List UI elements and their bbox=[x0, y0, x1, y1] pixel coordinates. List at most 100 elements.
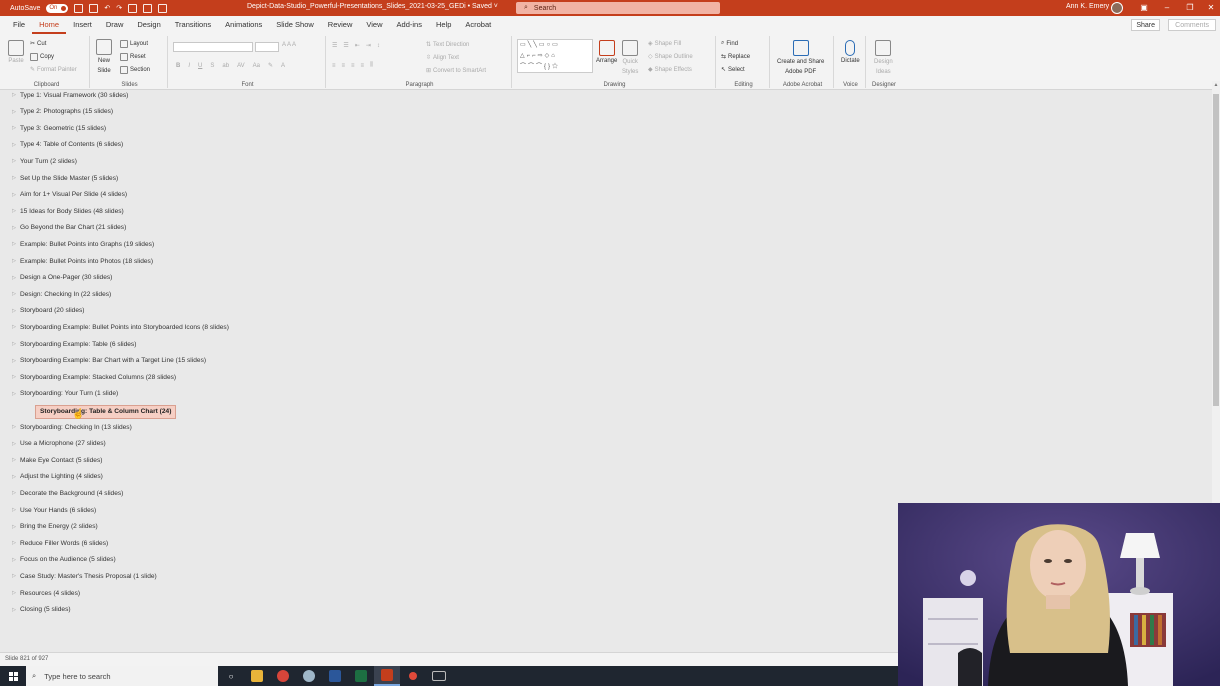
autosave-toggle[interactable]: On bbox=[46, 3, 69, 13]
section-row[interactable]: ▷ Example: Bullet Points into Photos (18 … bbox=[0, 255, 153, 267]
quick-styles-button[interactable]: Quick Styles bbox=[622, 40, 638, 76]
tab-help[interactable]: Help bbox=[429, 16, 458, 34]
dictate-button[interactable]: Dictate bbox=[841, 40, 860, 64]
reset-button[interactable]: Reset bbox=[120, 53, 146, 61]
expand-chevron-icon[interactable]: ▷ bbox=[10, 507, 18, 513]
expand-chevron-icon[interactable]: ▷ bbox=[10, 275, 18, 281]
expand-chevron-icon[interactable]: ▷ bbox=[10, 175, 18, 181]
tab-design[interactable]: Design bbox=[130, 16, 167, 34]
restore-icon[interactable]: ❐ bbox=[1184, 2, 1196, 14]
excel-icon[interactable] bbox=[348, 666, 374, 686]
shape-effects-button[interactable]: ◆ Shape Effects bbox=[648, 66, 692, 74]
cortana-icon[interactable]: ○ bbox=[218, 666, 244, 686]
decrease-indent-icon[interactable]: ⇤ bbox=[355, 42, 360, 49]
section-row[interactable]: ▷ Adjust the Lighting (4 slides) bbox=[0, 471, 103, 483]
section-row[interactable]: ▷ Type 2: Photographs (15 slides) bbox=[0, 106, 113, 118]
expand-chevron-icon[interactable]: ▷ bbox=[10, 607, 18, 613]
layout-button[interactable]: Layout bbox=[120, 40, 148, 48]
expand-chevron-icon[interactable]: ▷ bbox=[10, 374, 18, 380]
share-button[interactable]: Share bbox=[1131, 19, 1160, 31]
section-row[interactable]: ▷ Your Turn (2 slides) bbox=[0, 155, 77, 167]
text-direction-button[interactable]: ⇅ Text Direction bbox=[426, 41, 469, 49]
font-size-buttons[interactable]: A A A bbox=[282, 42, 296, 48]
paste-button[interactable]: Paste bbox=[8, 40, 24, 64]
section-row[interactable]: ▷ Type 4: Table of Contents (6 slides) bbox=[0, 139, 123, 151]
section-row[interactable]: ▷ Storyboard (20 slides) bbox=[0, 305, 84, 317]
redo-icon[interactable]: ↷ bbox=[116, 4, 122, 12]
expand-chevron-icon[interactable]: ▷ bbox=[10, 192, 18, 198]
section-row[interactable]: ▷ Type 1: Visual Framework (30 slides) bbox=[0, 89, 128, 101]
expand-chevron-icon[interactable]: ▷ bbox=[10, 590, 18, 596]
find-button[interactable]: ⌕ Find bbox=[721, 40, 738, 47]
file-explorer-icon[interactable] bbox=[244, 666, 270, 686]
taskbar-search[interactable]: ⌕ Type here to search bbox=[26, 666, 218, 686]
expand-chevron-icon[interactable]: ▷ bbox=[10, 92, 18, 98]
section-row[interactable]: ▷ Storyboarding Example: Stacked Columns … bbox=[0, 371, 176, 383]
font-size-combo[interactable] bbox=[255, 42, 279, 52]
document-title[interactable]: Depict-Data-Studio_Powerful-Presentation… bbox=[247, 3, 498, 10]
tab-draw[interactable]: Draw bbox=[99, 16, 131, 34]
expand-chevron-icon[interactable]: ▷ bbox=[10, 291, 18, 297]
align-text-button[interactable]: ⇳ Align Text bbox=[426, 54, 459, 62]
section-button[interactable]: Section bbox=[120, 66, 150, 74]
section-row[interactable]: ▷ Use Your Hands (6 slides) bbox=[0, 504, 96, 516]
align-buttons[interactable]: ≡ ≡ ≡ ≡ ⫼ bbox=[332, 62, 373, 69]
section-row[interactable]: ▷ Reduce Filler Words (6 slides) bbox=[0, 537, 108, 549]
expand-chevron-icon[interactable]: ▷ bbox=[10, 109, 18, 115]
section-row[interactable]: ▷ Storyboarding Example: Table (6 slides) bbox=[0, 338, 136, 350]
align-left-icon[interactable]: ≡ bbox=[332, 63, 336, 69]
expand-chevron-icon[interactable]: ▷ bbox=[10, 324, 18, 330]
section-row[interactable]: ▷ Resources (4 slides) bbox=[0, 587, 80, 599]
tab-review[interactable]: Review bbox=[321, 16, 360, 34]
tab-add-ins[interactable]: Add-ins bbox=[390, 16, 429, 34]
increase-indent-icon[interactable]: ⇥ bbox=[366, 42, 371, 49]
shadow-icon[interactable]: S bbox=[210, 63, 214, 69]
minimize-icon[interactable]: – bbox=[1161, 2, 1173, 14]
search-box[interactable]: ⌕ Search bbox=[516, 2, 720, 14]
section-row[interactable]: ▷ Bring the Energy (2 slides) bbox=[0, 521, 98, 533]
comments-button[interactable]: Comments bbox=[1168, 19, 1216, 31]
section-row[interactable]: ▷ Go Beyond the Bar Chart (21 slides) bbox=[0, 222, 126, 234]
strikethrough-icon[interactable]: ab bbox=[222, 63, 229, 69]
justify-icon[interactable]: ≡ bbox=[361, 63, 365, 69]
expand-chevron-icon[interactable]: ▷ bbox=[10, 308, 18, 314]
align-center-icon[interactable]: ≡ bbox=[342, 63, 346, 69]
section-row[interactable]: ▷ Make Eye Contact (5 slides) bbox=[0, 454, 102, 466]
section-row[interactable]: ▷ Decorate the Background (4 slides) bbox=[0, 487, 123, 499]
expand-chevron-icon[interactable]: ▷ bbox=[10, 158, 18, 164]
cut-button[interactable]: ✂ Cut bbox=[30, 40, 46, 48]
tab-animations[interactable]: Animations bbox=[218, 16, 269, 34]
expand-chevron-icon[interactable]: ▷ bbox=[10, 424, 18, 430]
word-icon[interactable] bbox=[322, 666, 348, 686]
tab-view[interactable]: View bbox=[359, 16, 389, 34]
tab-acrobat[interactable]: Acrobat bbox=[458, 16, 498, 34]
expand-chevron-icon[interactable]: ▷ bbox=[10, 341, 18, 347]
present-icon[interactable] bbox=[143, 3, 153, 13]
bold-icon[interactable]: B bbox=[176, 63, 180, 69]
section-row[interactable]: ▷ Case Study: Master's Thesis Proposal (1… bbox=[0, 570, 157, 582]
new-slide-button[interactable]: New Slide bbox=[96, 39, 112, 75]
network-app-icon[interactable] bbox=[296, 666, 322, 686]
powerpoint-icon[interactable] bbox=[374, 666, 400, 686]
expand-chevron-icon[interactable]: ▷ bbox=[10, 258, 18, 264]
user-avatar[interactable] bbox=[1111, 2, 1123, 14]
chrome-icon[interactable] bbox=[270, 666, 296, 686]
section-row[interactable]: ▷ Storyboarding Example: Bullet Points in… bbox=[0, 321, 229, 333]
expand-chevron-icon[interactable]: ▷ bbox=[10, 573, 18, 579]
expand-chevron-icon[interactable]: ▷ bbox=[10, 441, 18, 447]
section-row[interactable]: ▷ Design a One-Pager (30 slides) bbox=[0, 272, 112, 284]
start-button[interactable] bbox=[0, 666, 26, 686]
shape-outline-button[interactable]: ◇ Shape Outline bbox=[648, 53, 693, 61]
font-color-icon[interactable]: A bbox=[281, 63, 285, 69]
recorder-icon[interactable] bbox=[400, 666, 426, 686]
list-buttons[interactable]: ☰ ☰ ⇤ ⇥ ↕ bbox=[332, 42, 380, 50]
section-row[interactable]: ▷ Focus on the Audience (5 slides) bbox=[0, 554, 116, 566]
expand-chevron-icon[interactable]: ▷ bbox=[10, 358, 18, 364]
expand-chevron-icon[interactable]: ▷ bbox=[10, 557, 18, 563]
undo-icon[interactable]: ↶ bbox=[104, 4, 110, 12]
expand-chevron-icon[interactable]: ▷ bbox=[10, 457, 18, 463]
shape-fill-button[interactable]: ◈ Shape Fill bbox=[648, 40, 681, 48]
spacing-icon[interactable]: AV bbox=[237, 63, 245, 69]
expand-chevron-icon[interactable]: ▷ bbox=[10, 474, 18, 480]
new-doc-icon[interactable] bbox=[89, 3, 99, 13]
